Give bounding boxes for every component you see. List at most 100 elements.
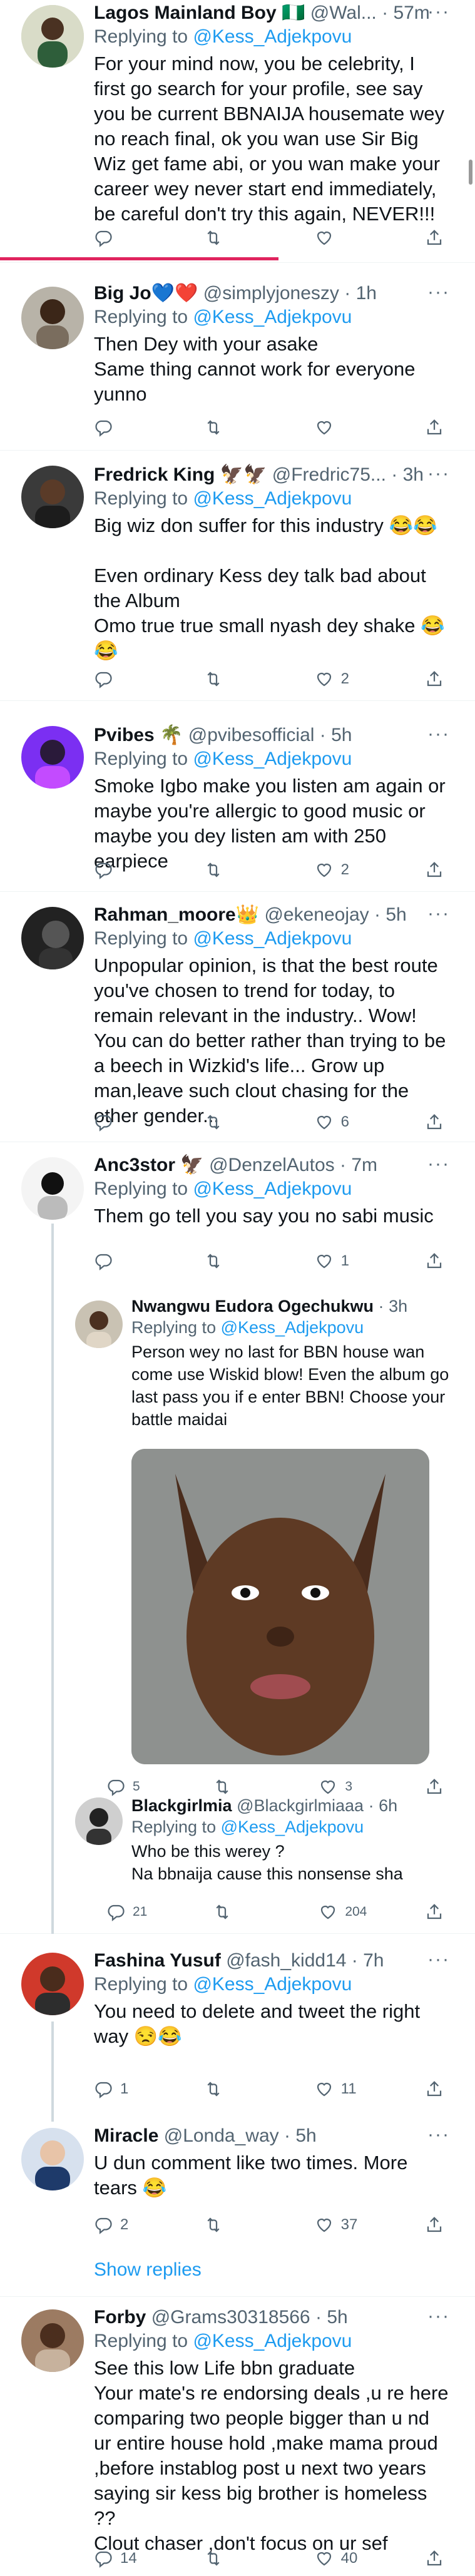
timestamp[interactable]: 57m (393, 3, 429, 23)
retweet-button[interactable] (204, 2549, 285, 2568)
reply-button[interactable] (94, 228, 175, 247)
tweet[interactable]: Rahman_moore👑 @ekeneojay · 5h ··· Replyi… (0, 892, 475, 1142)
retweet-button[interactable] (204, 1252, 285, 1270)
retweet-button[interactable] (204, 228, 285, 247)
timestamp[interactable]: 5h (327, 2307, 347, 2328)
display-name[interactable]: Miracle (94, 2125, 158, 2146)
avatar[interactable] (21, 287, 84, 349)
display-name[interactable]: Fredrick King 🦅🦅 (94, 464, 267, 485)
nested-tweet[interactable]: Blackgirlmia @Blackgirlmiaaa · 6h Replyi… (0, 1784, 475, 1934)
tweet[interactable]: Pvibes 🌴 @pvibesofficial · 5h ··· Replyi… (0, 701, 475, 892)
replying-to-link[interactable]: @Kess_Adjekpovu (221, 1318, 364, 1337)
timestamp[interactable]: 6h (379, 1796, 397, 1815)
replying-to-link[interactable]: @Kess_Adjekpovu (193, 488, 352, 509)
retweet-button[interactable] (204, 1113, 285, 1132)
replying-to-link[interactable]: @Kess_Adjekpovu (193, 928, 352, 949)
handle[interactable]: @fash_kidd14 (226, 1950, 346, 1971)
display-name[interactable]: Lagos Mainland Boy 🇳🇬 (94, 3, 305, 23)
more-icon[interactable]: ··· (427, 2124, 450, 2145)
more-icon[interactable]: ··· (427, 1949, 450, 1970)
share-button[interactable] (425, 2216, 450, 2234)
like-button[interactable]: 2 (315, 670, 396, 688)
handle[interactable]: @pvibesofficial (188, 725, 315, 745)
like-button[interactable]: 6 (315, 1113, 396, 1132)
more-icon[interactable]: ··· (427, 1, 450, 23)
timestamp[interactable]: 5h (295, 2125, 316, 2146)
replying-to-link[interactable]: @Kess_Adjekpovu (193, 26, 352, 47)
retweet-button[interactable] (204, 670, 285, 688)
handle[interactable]: @simplyjoneszy (203, 283, 339, 304)
retweet-button[interactable] (204, 2216, 285, 2234)
replying-to-link[interactable]: @Kess_Adjekpovu (221, 1817, 364, 1836)
tweet[interactable]: Fredrick King 🦅🦅 @Fredric75... · 3h ··· … (0, 451, 475, 701)
display-name[interactable]: Nwangwu Eudora Ogechukwu (131, 1297, 374, 1316)
scrollbar[interactable] (469, 160, 472, 185)
avatar[interactable] (21, 2309, 84, 2372)
replying-to-link[interactable]: @Kess_Adjekpovu (193, 307, 352, 327)
avatar[interactable] (75, 1301, 123, 1348)
avatar[interactable] (21, 1157, 84, 1220)
more-icon[interactable]: ··· (427, 2306, 450, 2327)
replying-to-link[interactable]: @Kess_Adjekpovu (193, 1178, 352, 1199)
avatar[interactable] (75, 1797, 123, 1845)
display-name[interactable]: Anc3stor 🦅 (94, 1155, 204, 1175)
reply-button[interactable]: 2 (94, 2216, 175, 2234)
reply-button[interactable] (94, 670, 175, 688)
replying-to-link[interactable]: @Kess_Adjekpovu (193, 2331, 352, 2351)
more-icon[interactable]: ··· (427, 282, 450, 303)
reply-button[interactable]: 21 (106, 1903, 188, 1921)
retweet-button[interactable] (213, 1903, 294, 1921)
more-icon[interactable]: ··· (427, 903, 450, 924)
retweet-button[interactable] (204, 2080, 285, 2098)
more-icon[interactable]: ··· (427, 1153, 450, 1175)
share-button[interactable] (425, 228, 450, 247)
handle[interactable]: @Londa_way (164, 2125, 279, 2146)
display-name[interactable]: Rahman_moore👑 (94, 904, 259, 925)
tweet[interactable]: Lagos Mainland Boy 🇳🇬 @Wal... · 57m ··· … (0, 0, 475, 263)
like-button[interactable]: 1 (315, 1252, 396, 1270)
timestamp[interactable]: 5h (386, 904, 406, 925)
like-button[interactable] (315, 418, 396, 437)
handle[interactable]: @ekeneojay (264, 904, 369, 925)
avatar[interactable] (21, 5, 84, 68)
display-name[interactable]: Blackgirlmia (131, 1796, 232, 1815)
avatar[interactable] (21, 907, 84, 969)
replying-to-link[interactable]: @Kess_Adjekpovu (193, 749, 352, 769)
retweet-button[interactable] (204, 861, 285, 879)
share-button[interactable] (425, 670, 450, 688)
share-button[interactable] (425, 1113, 450, 1132)
tweet[interactable]: Big Jo💙❤️ @simplyjoneszy · 1h ··· Replyi… (0, 263, 475, 451)
more-icon[interactable]: ··· (427, 723, 450, 745)
like-button[interactable]: 40 (315, 2549, 396, 2568)
reply-button[interactable] (94, 418, 175, 437)
like-button[interactable]: 2 (315, 861, 396, 879)
replying-to-link[interactable]: @Kess_Adjekpovu (193, 1974, 352, 1995)
like-button[interactable]: 37 (315, 2216, 396, 2234)
timestamp[interactable]: 1h (356, 283, 377, 304)
handle[interactable]: @Grams30318566 (151, 2307, 310, 2328)
tweet[interactable]: Fashina Yusuf @fash_kidd14 · 7h ··· Repl… (0, 1934, 475, 2122)
display-name[interactable]: Forby (94, 2307, 146, 2328)
timestamp[interactable]: 5h (331, 725, 352, 745)
tweet[interactable]: Miracle @Londa_way · 5h ··· U dun commen… (0, 2122, 475, 2297)
reply-button[interactable] (94, 1252, 175, 1270)
display-name[interactable]: Pvibes 🌴 (94, 725, 183, 745)
avatar[interactable] (21, 466, 84, 528)
handle[interactable]: @Fredric75... (272, 464, 386, 485)
reply-button[interactable]: 14 (94, 2549, 175, 2568)
share-button[interactable] (425, 2549, 450, 2568)
reply-button[interactable]: 1 (94, 2080, 175, 2098)
share-button[interactable] (425, 861, 450, 879)
tweet[interactable]: Anc3stor 🦅 @DenzelAutos · 7m ··· Replyin… (0, 1142, 475, 1283)
tweet[interactable]: Forby @Grams30318566 · 5h ··· Replying t… (0, 2297, 475, 2576)
display-name[interactable]: Big Jo💙❤️ (94, 283, 198, 304)
reply-button[interactable] (94, 1113, 175, 1132)
avatar[interactable] (21, 726, 84, 789)
share-button[interactable] (425, 2080, 450, 2098)
like-button[interactable]: 11 (315, 2080, 396, 2098)
show-replies-link[interactable]: Show replies (94, 2259, 202, 2281)
timestamp[interactable]: 7m (351, 1155, 377, 1175)
share-button[interactable] (425, 1903, 450, 1921)
more-icon[interactable]: ··· (427, 463, 450, 484)
timestamp[interactable]: 3h (389, 1297, 407, 1316)
